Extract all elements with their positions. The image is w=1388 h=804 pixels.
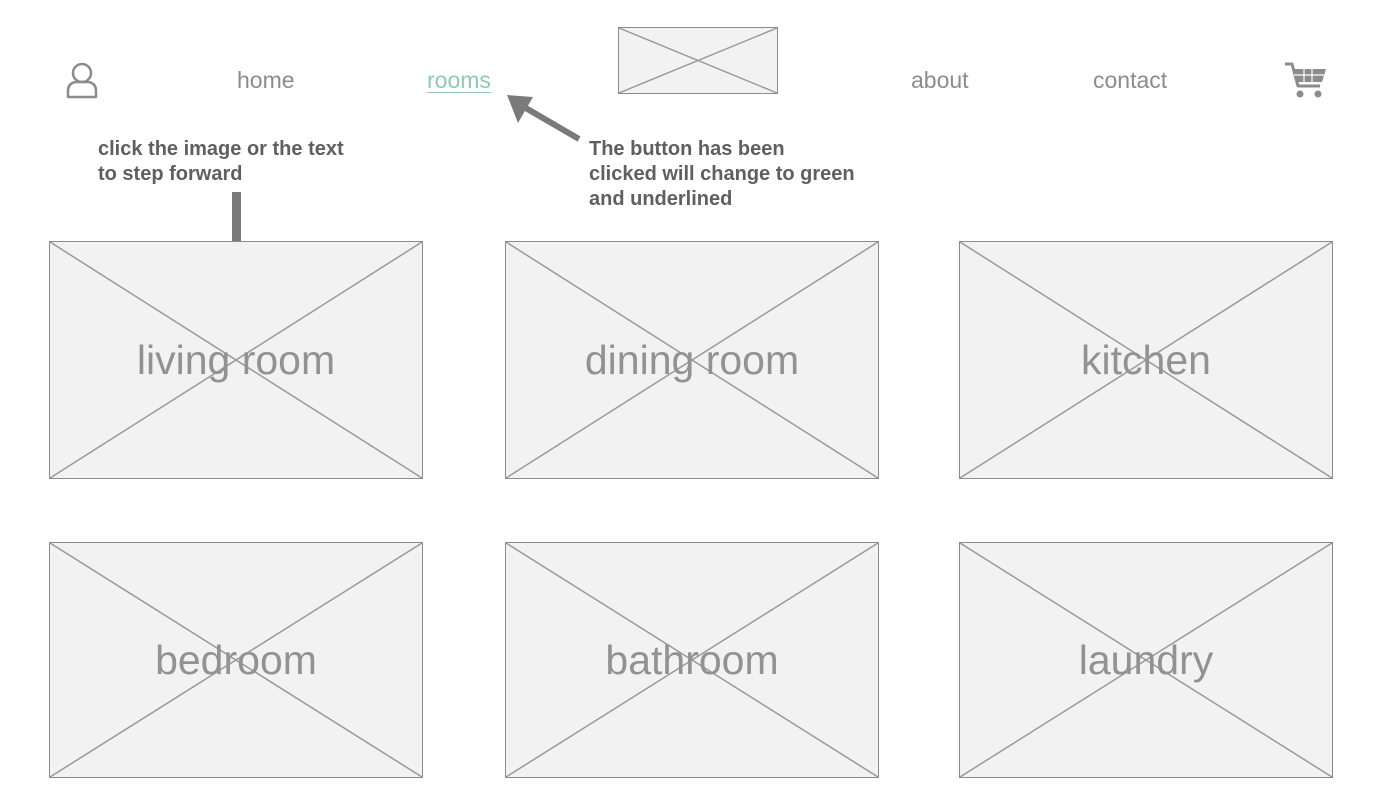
room-card-living-room[interactable]: living room bbox=[49, 241, 423, 479]
arrow-to-rooms-icon bbox=[507, 95, 581, 142]
room-card-kitchen[interactable]: kitchen bbox=[959, 241, 1333, 479]
button-clicked-annotation: The button has been clicked will change … bbox=[589, 138, 855, 210]
nav-rooms-link[interactable]: rooms bbox=[427, 66, 491, 94]
room-label[interactable]: living room bbox=[50, 336, 422, 384]
room-card-bathroom[interactable]: bathroom bbox=[505, 542, 879, 778]
step-forward-annotation: click the image or the text to step forw… bbox=[98, 138, 344, 185]
logo-placeholder[interactable] bbox=[618, 27, 778, 94]
room-label[interactable]: kitchen bbox=[960, 336, 1332, 384]
cart-icon[interactable] bbox=[1284, 60, 1328, 100]
room-card-dining-room[interactable]: dining room bbox=[505, 241, 879, 479]
room-card-bedroom[interactable]: bedroom bbox=[49, 542, 423, 778]
room-label[interactable]: laundry bbox=[960, 636, 1332, 684]
nav-home-link[interactable]: home bbox=[237, 66, 295, 94]
room-card-laundry[interactable]: laundry bbox=[959, 542, 1333, 778]
room-label[interactable]: bathroom bbox=[506, 636, 878, 684]
nav-contact-link[interactable]: contact bbox=[1093, 66, 1167, 94]
nav-about-link[interactable]: about bbox=[911, 66, 969, 94]
user-icon[interactable] bbox=[64, 60, 100, 100]
room-label[interactable]: dining room bbox=[506, 336, 878, 384]
room-label[interactable]: bedroom bbox=[50, 636, 422, 684]
